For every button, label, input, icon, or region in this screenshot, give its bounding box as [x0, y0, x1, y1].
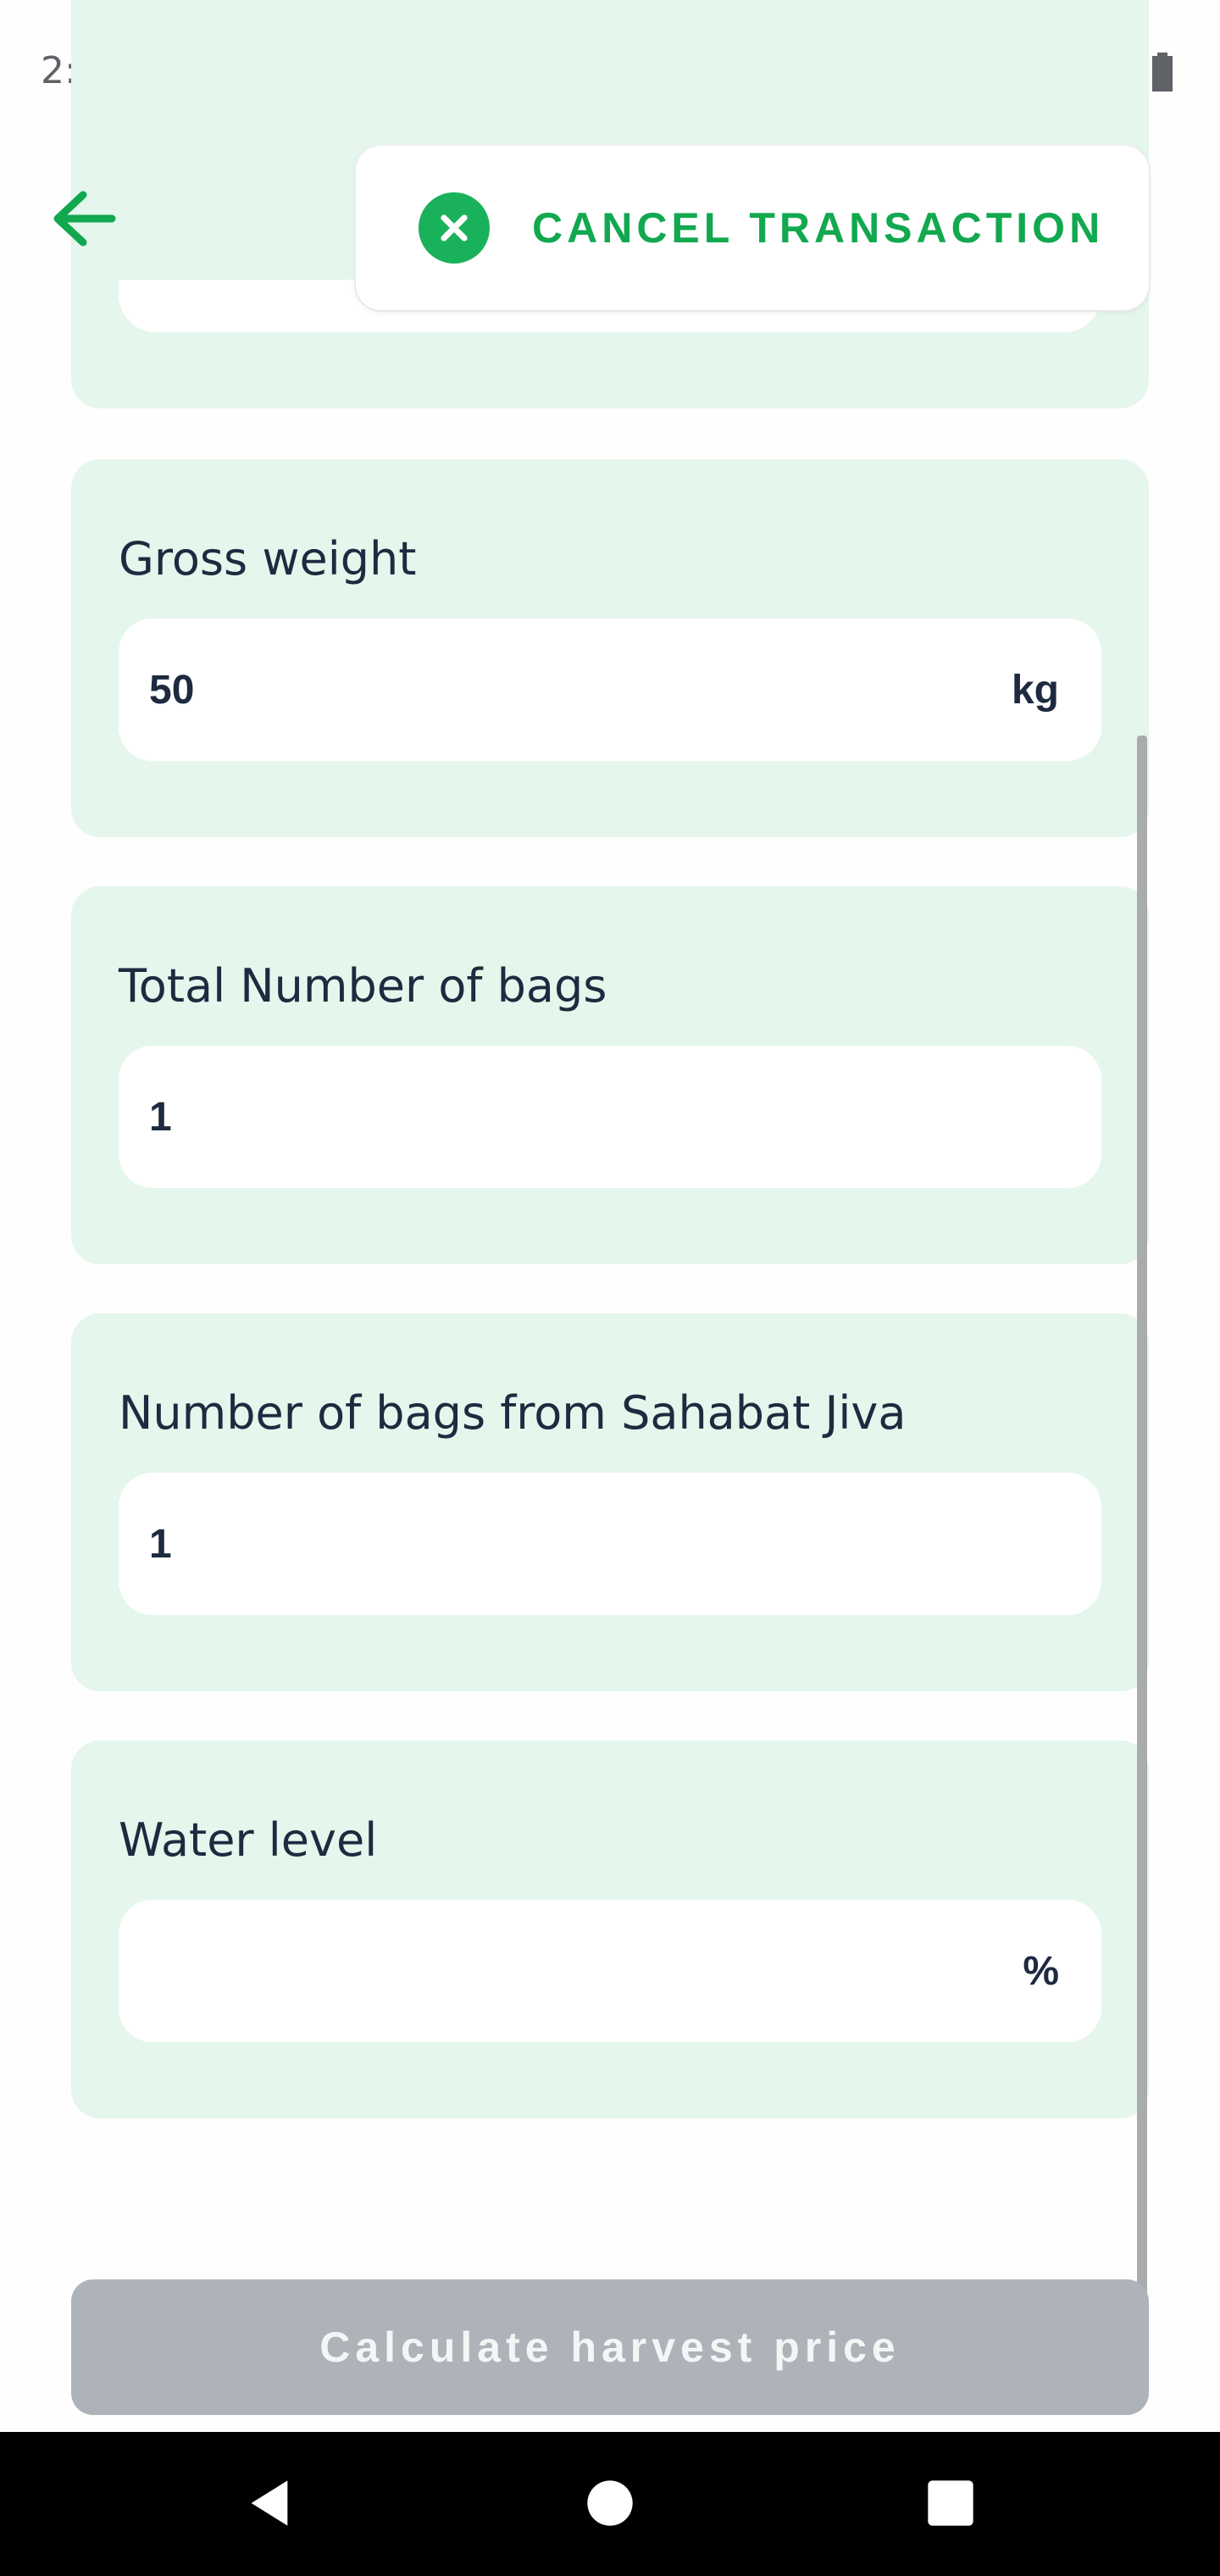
- system-nav-bar: [0, 2432, 1220, 2576]
- sahabat-bags-label: Number of bags from Sahabat Jiva: [119, 1386, 907, 1440]
- total-bags-input[interactable]: 1: [119, 1046, 1101, 1188]
- scrollbar[interactable]: [1137, 736, 1147, 2379]
- calculate-harvest-price-label: Calculate harvest price: [319, 2323, 901, 2371]
- sahabat-bags-card: Number of bags from Sahabat Jiva 1: [71, 1313, 1149, 1691]
- sahabat-bags-input[interactable]: 1: [119, 1473, 1101, 1615]
- gross-weight-card: Gross weight 50 kg: [71, 459, 1149, 837]
- close-circle-icon: [419, 192, 490, 264]
- gross-weight-input[interactable]: 50 kg: [119, 619, 1101, 761]
- water-level-label: Water level: [119, 1813, 378, 1867]
- cancel-transaction-label: CANCEL TRANSACTION: [532, 204, 1105, 252]
- total-bags-label: Total Number of bags: [119, 959, 607, 1013]
- calculate-harvest-price-button[interactable]: Calculate harvest price: [71, 2279, 1149, 2415]
- app-screen: 2:01 Gross weight 50 kg: [0, 0, 1220, 2576]
- nav-home-icon[interactable]: [583, 2476, 637, 2530]
- form-scroll-area[interactable]: Gross weight 50 kg Total Number of bags …: [0, 0, 1220, 2576]
- gross-weight-label: Gross weight: [119, 532, 417, 586]
- arrow-left-icon: [53, 191, 116, 247]
- total-bags-value: 1: [149, 1094, 172, 1140]
- gross-weight-unit: kg: [1011, 667, 1059, 713]
- water-level-input[interactable]: %: [119, 1900, 1101, 2042]
- sahabat-bags-value: 1: [149, 1521, 172, 1567]
- total-bags-card: Total Number of bags 1: [71, 886, 1149, 1264]
- water-level-card: Water level %: [71, 1740, 1149, 2118]
- water-level-unit: %: [1023, 1948, 1059, 1994]
- gross-weight-value: 50: [149, 667, 195, 713]
- nav-back-icon[interactable]: [242, 2476, 297, 2530]
- back-button[interactable]: [49, 188, 117, 249]
- cancel-transaction-button[interactable]: CANCEL TRANSACTION: [356, 146, 1149, 310]
- nav-recents-icon[interactable]: [923, 2476, 978, 2530]
